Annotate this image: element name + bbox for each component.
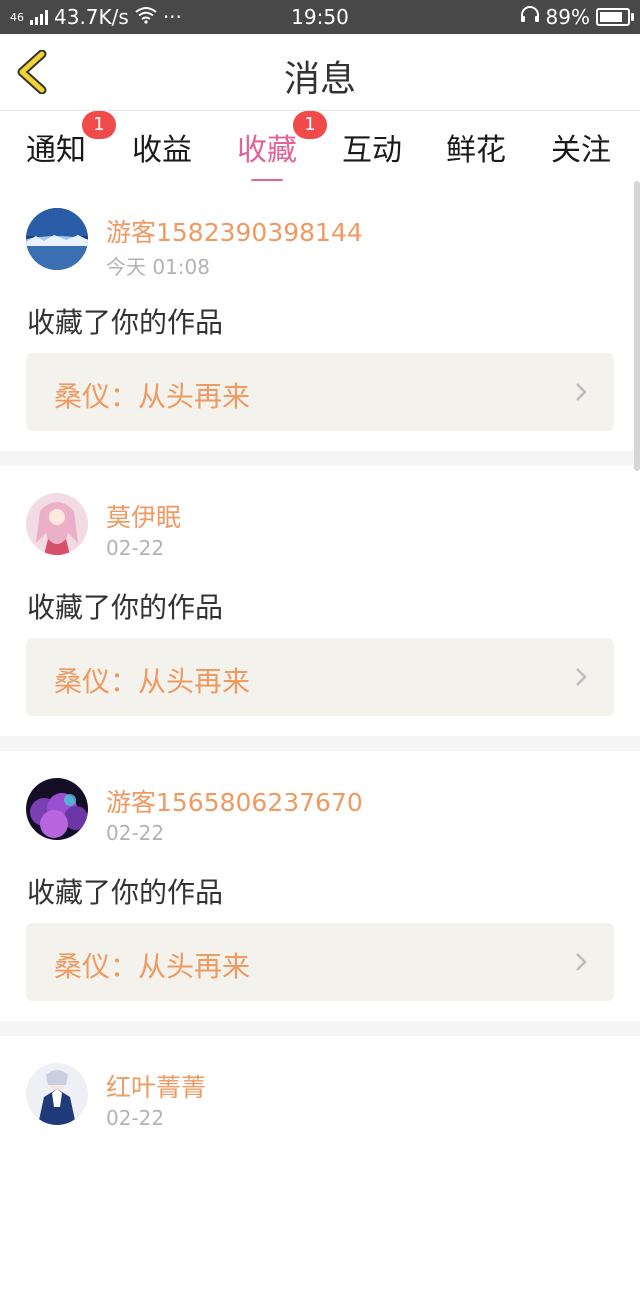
chevron-right-icon [576, 668, 587, 686]
username[interactable]: 游客1582390398144 [106, 213, 363, 249]
work-title: 桑仪：从头再来 [54, 950, 251, 983]
headset-icon [520, 5, 540, 29]
page-title: 消息 [283, 59, 356, 100]
work-title: 桑仪：从头再来 [54, 380, 251, 413]
message-item: 莫伊眠 02-22 收藏了你的作品 桑仪：从头再来 [0, 466, 640, 736]
tab-label: 通知 [26, 133, 86, 168]
timestamp: 今天 01:08 [106, 255, 210, 279]
timestamp: 02-22 [106, 1106, 165, 1130]
timestamp: 02-22 [106, 536, 165, 560]
work-link[interactable]: 桑仪：从头再来 [26, 353, 614, 431]
tab-follows[interactable]: 关注 [551, 125, 611, 169]
work-link[interactable]: 桑仪：从头再来 [26, 638, 614, 716]
purple-clouds-avatar[interactable] [26, 778, 88, 840]
divider [0, 1021, 640, 1036]
status-right: 89% [520, 5, 634, 29]
tab-label: 收藏 [237, 133, 297, 168]
snow-landscape-avatar[interactable] [26, 208, 88, 270]
tab-favorites[interactable]: 收藏 1 [237, 111, 327, 183]
timestamp: 02-22 [106, 821, 165, 845]
divider [0, 451, 640, 466]
tab-interactions[interactable]: 互动 [342, 125, 402, 169]
tab-flowers[interactable]: 鲜花 [446, 125, 506, 169]
work-title: 桑仪：从头再来 [54, 665, 251, 698]
tab-label: 互动 [342, 133, 402, 168]
work-link[interactable]: 桑仪：从头再来 [26, 923, 614, 1001]
chevron-right-icon [576, 383, 587, 401]
action-text: 收藏了你的作品 [27, 876, 224, 909]
tab-label: 鲜花 [446, 133, 506, 168]
message-item: 红叶菁菁 02-22 [0, 1036, 640, 1306]
battery-percent: 89% [545, 5, 590, 29]
tab-label: 收益 [132, 133, 192, 168]
favorites-badge: 1 [293, 111, 327, 139]
chevron-right-icon [576, 953, 587, 971]
action-text: 收藏了你的作品 [27, 591, 224, 624]
tab-earnings[interactable]: 收益 [132, 125, 192, 169]
username[interactable]: 莫伊眠 [106, 498, 181, 534]
username[interactable]: 游客1565806237670 [106, 783, 363, 819]
tab-bar: 通知 1 收益 收藏 1 互动 鲜花 关注 [0, 111, 640, 183]
battery-icon [596, 8, 634, 26]
tab-notifications[interactable]: 通知 1 [26, 111, 116, 169]
message-list: 游客1582390398144 今天 01:08 收藏了你的作品 桑仪：从头再来… [0, 181, 640, 1306]
anime-character-avatar[interactable] [26, 1063, 88, 1125]
message-item: 游客1565806237670 02-22 收藏了你的作品 桑仪：从头再来 [0, 751, 640, 1021]
scrollbar[interactable] [634, 181, 640, 471]
anime-girl-avatar[interactable] [26, 493, 88, 555]
username[interactable]: 红叶菁菁 [106, 1068, 206, 1104]
message-item: 游客1582390398144 今天 01:08 收藏了你的作品 桑仪：从头再来 [0, 181, 640, 451]
app-header: 消息 [0, 34, 640, 111]
divider [0, 736, 640, 751]
status-bar: 46 43.7K/s ··· 19:50 89% [0, 0, 640, 34]
notification-badge: 1 [82, 111, 116, 139]
tab-label: 关注 [551, 133, 611, 168]
action-text: 收藏了你的作品 [27, 306, 224, 339]
